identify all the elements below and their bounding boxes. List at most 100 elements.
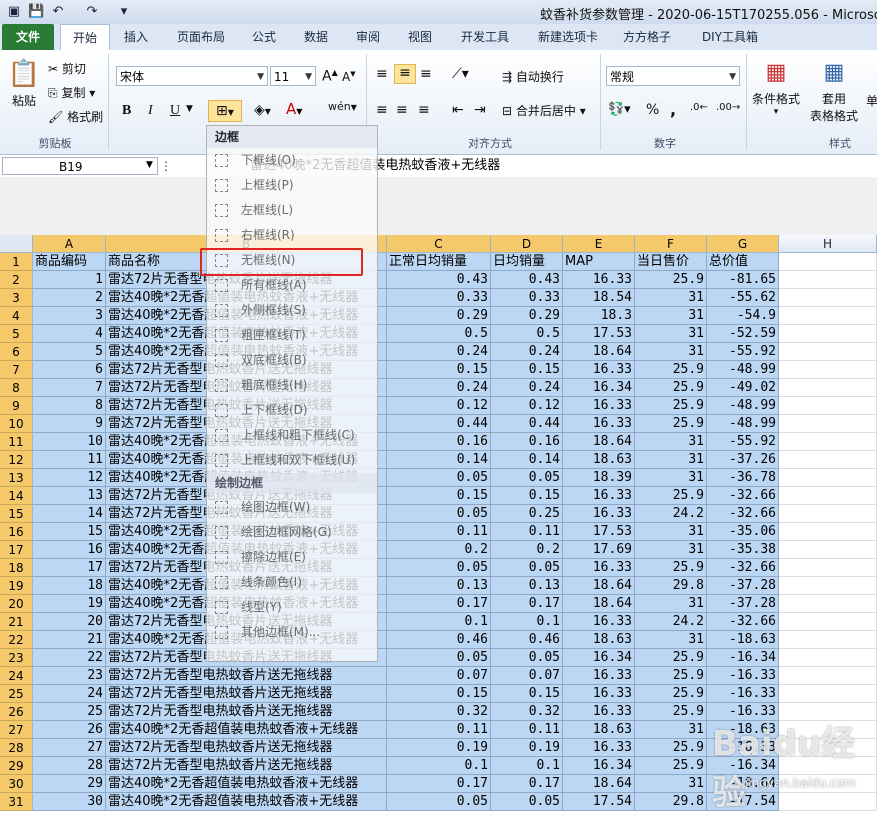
table-cell[interactable]: 31	[635, 451, 707, 469]
table-cell[interactable]: 31	[635, 307, 707, 325]
table-cell[interactable]: -32.66	[707, 613, 779, 631]
table-cell[interactable]: 0.44	[387, 415, 491, 433]
row-header[interactable]: 14	[0, 487, 33, 505]
header-cell[interactable]: 商品编码	[33, 253, 106, 271]
table-cell[interactable]: 25.9	[635, 415, 707, 433]
table-cell[interactable]: 2	[33, 289, 106, 307]
table-cell[interactable]: 0.1	[387, 613, 491, 631]
table-cell[interactable]: -48.99	[707, 361, 779, 379]
table-cell[interactable]: 0.07	[387, 667, 491, 685]
empty-cell[interactable]	[779, 451, 877, 469]
header-cell[interactable]: 当日售价	[635, 253, 707, 271]
draw-border-menu-item[interactable]: 绘图边框(W)	[207, 495, 377, 520]
table-cell[interactable]: 雷达40晚*2无香超值装电热蚊香液+无线器	[106, 793, 387, 811]
table-cell[interactable]: 0.29	[387, 307, 491, 325]
table-cell[interactable]: 0.46	[491, 631, 563, 649]
table-cell[interactable]: 0.15	[387, 685, 491, 703]
table-cell[interactable]: 31	[635, 541, 707, 559]
table-cell[interactable]: 0.33	[491, 289, 563, 307]
table-cell[interactable]: 0.05	[387, 793, 491, 811]
table-cell[interactable]: -16.33	[707, 685, 779, 703]
table-cell[interactable]: 19	[33, 595, 106, 613]
border-menu-item[interactable]: 右框线(R)	[207, 223, 377, 248]
table-cell[interactable]: 18	[33, 577, 106, 595]
draw-border-menu-item[interactable]: 线条颜色(I)	[207, 570, 377, 595]
italic-button[interactable]: I	[148, 103, 153, 119]
empty-cell[interactable]	[779, 559, 877, 577]
draw-border-menu-item[interactable]: 其他边框(M)...	[207, 620, 377, 645]
phonetic-button[interactable]: wén▼	[328, 100, 357, 113]
table-cell[interactable]: 0.14	[491, 451, 563, 469]
empty-cell[interactable]	[779, 649, 877, 667]
table-cell[interactable]: 0.17	[387, 775, 491, 793]
border-menu-item[interactable]: 下框线(O)	[207, 148, 377, 173]
table-cell[interactable]: 31	[635, 325, 707, 343]
table-cell[interactable]: 31	[635, 523, 707, 541]
table-cell[interactable]: 25	[33, 703, 106, 721]
table-cell[interactable]: 雷达72片无香型电热蚊香片送无拖线器	[106, 685, 387, 703]
table-cell[interactable]: 25.9	[635, 397, 707, 415]
table-cell[interactable]: 0.5	[491, 325, 563, 343]
table-cell[interactable]: -16.34	[707, 649, 779, 667]
paste-button[interactable]: 📋 粘贴	[6, 56, 42, 126]
table-cell[interactable]: 雷达40晚*2无香超值装电热蚊香液+无线器	[106, 775, 387, 793]
tab-insert[interactable]: 插入	[114, 24, 158, 50]
table-cell[interactable]: 0.15	[491, 685, 563, 703]
conditional-format-button[interactable]: ▦ 条件格式 ▾	[750, 56, 802, 117]
tab-data[interactable]: 数据	[294, 24, 338, 50]
table-cell[interactable]: 18.3	[563, 307, 635, 325]
border-menu-item[interactable]: 双底框线(B)	[207, 348, 377, 373]
fill-color-button[interactable]: ◈▼	[254, 102, 271, 118]
table-cell[interactable]: -55.92	[707, 343, 779, 361]
row-header[interactable]: 24	[0, 667, 33, 685]
align-right-icon[interactable]: ≡	[418, 102, 430, 118]
chevron-down-icon[interactable]: ▼	[186, 104, 193, 114]
table-cell[interactable]: 16.33	[563, 271, 635, 289]
table-cell[interactable]: 0.05	[491, 469, 563, 487]
table-cell[interactable]: -36.78	[707, 469, 779, 487]
tab-view[interactable]: 视图	[398, 24, 442, 50]
table-cell[interactable]: 29.8	[635, 793, 707, 811]
table-cell[interactable]: 0.05	[491, 559, 563, 577]
empty-cell[interactable]	[779, 379, 877, 397]
table-cell[interactable]: 26	[33, 721, 106, 739]
number-format-select[interactable]: 常规 ▼	[606, 66, 740, 86]
row-header[interactable]: 29	[0, 757, 33, 775]
table-cell[interactable]: 29	[33, 775, 106, 793]
table-cell[interactable]: -54.9	[707, 307, 779, 325]
borders-button[interactable]: ⊞▼	[208, 100, 242, 122]
table-cell[interactable]: 16.34	[563, 379, 635, 397]
table-cell[interactable]: 雷达40晚*2无香超值装电热蚊香液+无线器	[106, 721, 387, 739]
empty-cell[interactable]	[779, 289, 877, 307]
select-all-corner[interactable]	[0, 235, 33, 253]
draw-border-menu-item[interactable]: 绘图边框网格(G)	[207, 520, 377, 545]
wrap-text-button[interactable]: ⇶ 自动换行	[502, 68, 564, 85]
row-header[interactable]: 10	[0, 415, 33, 433]
table-cell[interactable]: 18.39	[563, 469, 635, 487]
table-cell[interactable]: -37.28	[707, 595, 779, 613]
tab-developer[interactable]: 开发工具	[452, 24, 518, 50]
align-middle-icon[interactable]: ≡	[394, 64, 416, 84]
table-cell[interactable]: 13	[33, 487, 106, 505]
empty-cell[interactable]	[779, 595, 877, 613]
column-header[interactable]: E	[563, 235, 635, 253]
table-cell[interactable]: 0.16	[387, 433, 491, 451]
row-header[interactable]: 5	[0, 325, 33, 343]
table-cell[interactable]: 16.33	[563, 559, 635, 577]
table-cell[interactable]: 0.05	[387, 505, 491, 523]
customize-toolbar-icon[interactable]: ▾	[116, 4, 132, 20]
table-cell[interactable]: 12	[33, 469, 106, 487]
table-cell[interactable]: 24.2	[635, 613, 707, 631]
merge-center-button[interactable]: ⊟ 合并后居中 ▾	[502, 102, 586, 119]
row-header[interactable]: 30	[0, 775, 33, 793]
format-as-table-button[interactable]: ▦ 套用 表格格式	[804, 56, 864, 124]
empty-cell[interactable]	[779, 271, 877, 289]
table-cell[interactable]: 24.2	[635, 505, 707, 523]
table-cell[interactable]: 15	[33, 523, 106, 541]
row-header[interactable]: 16	[0, 523, 33, 541]
table-cell[interactable]: 0.12	[387, 397, 491, 415]
row-header[interactable]: 28	[0, 739, 33, 757]
table-cell[interactable]: 4	[33, 325, 106, 343]
table-cell[interactable]: 16.34	[563, 649, 635, 667]
row-header[interactable]: 26	[0, 703, 33, 721]
